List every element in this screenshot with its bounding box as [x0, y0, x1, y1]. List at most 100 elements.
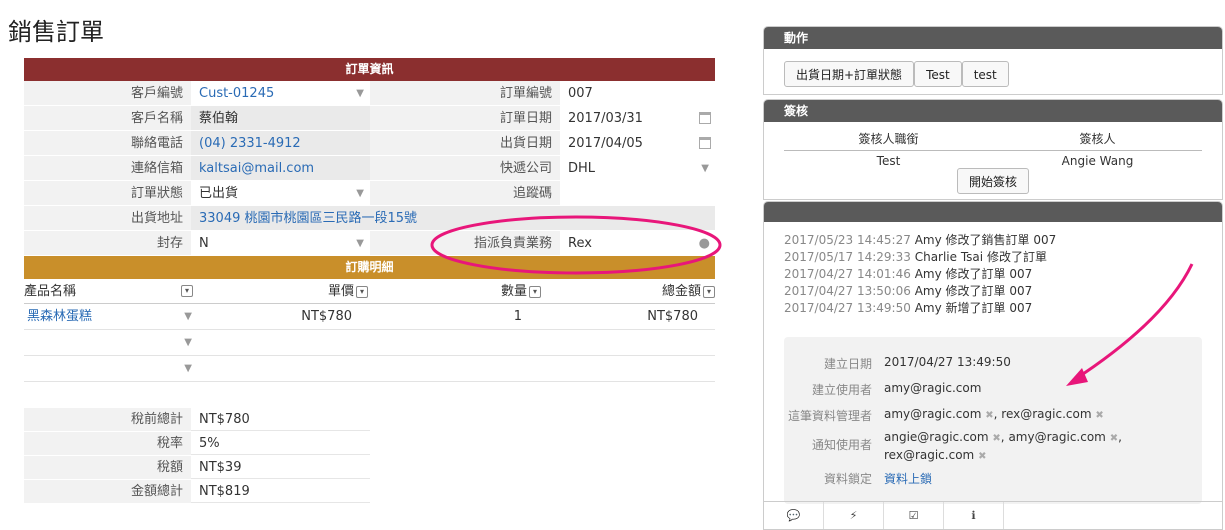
table-row: 黑森林蛋糕 ▼ NT$780 1 NT$780: [24, 304, 715, 330]
page-title: 銷售訂單: [8, 18, 104, 46]
calendar-icon[interactable]: [699, 137, 711, 149]
list-item: 2017/05/23 14:45:27 Amy 修改了銷售訂單 007: [784, 233, 1057, 247]
chevron-down-icon: ▼: [701, 163, 709, 174]
column-header-qty[interactable]: 數量 ▾: [368, 279, 541, 303]
actions-panel: 動作 出貨日期+訂單狀態 Test test: [763, 26, 1223, 95]
customer-name-value: 蔡伯翰: [191, 106, 370, 130]
remove-icon[interactable]: ✖: [978, 451, 986, 462]
sort-icon[interactable]: ▾: [703, 285, 715, 298]
sort-icon[interactable]: ▾: [529, 285, 541, 298]
approval-role: Test: [876, 154, 901, 168]
status-select[interactable]: 已出貨 ▼: [191, 181, 370, 205]
created-label: 建立日期: [823, 357, 872, 371]
email-value[interactable]: kaltsai@mail.com: [191, 156, 370, 180]
tax-value: NT$39: [191, 456, 370, 479]
archive-label: 封存: [24, 231, 191, 255]
sort-icon[interactable]: ▾: [181, 285, 193, 297]
remove-icon[interactable]: ✖: [985, 410, 993, 421]
product-cell[interactable]: ▼: [24, 356, 194, 381]
info-icon[interactable]: ℹ: [944, 502, 1004, 529]
action-button-test-lower[interactable]: test: [961, 61, 1009, 87]
notify-tag: angie@ragic.com: [884, 430, 989, 444]
action-button-test[interactable]: Test: [914, 61, 962, 87]
notify-label: 通知使用者: [811, 438, 872, 452]
sort-icon[interactable]: ▾: [356, 285, 368, 298]
actions-panel-title: 動作: [764, 27, 1222, 49]
creator-value: amy@ragic.com: [884, 381, 982, 395]
order-date-field[interactable]: 2017/03/31: [560, 106, 715, 130]
chevron-down-icon: ▼: [184, 337, 192, 348]
column-header-total[interactable]: 總金額 ▾: [541, 279, 715, 303]
approval-panel-title: 簽核: [764, 100, 1222, 122]
status-label: 訂單狀態: [24, 181, 191, 205]
section-header-order-info: 訂單資訊: [24, 58, 715, 81]
address-label: 出貨地址: [24, 206, 191, 230]
manager-tag: rex@ragic.com: [1001, 407, 1092, 421]
approval-person: Angie Wang: [1061, 154, 1134, 168]
created-value: 2017/04/27 13:49:50: [884, 355, 1011, 369]
product-cell[interactable]: 黑森林蛋糕 ▼: [24, 304, 194, 329]
column-header-product[interactable]: 產品名稱 ▾: [24, 279, 194, 303]
notify-tag: amy@ragic.com: [1008, 430, 1106, 444]
chevron-down-icon: ▼: [356, 188, 364, 199]
tracking-label: 追蹤碼: [370, 181, 560, 205]
comment-icon[interactable]: 💬: [764, 502, 824, 529]
subtotal-value: NT$780: [191, 408, 370, 431]
approval-col-role: 簽核人職銜: [858, 132, 919, 146]
highlight-ellipse: [430, 215, 722, 275]
activity-panel-header: [764, 202, 1222, 222]
approval-panel: 簽核 簽核人職銜 簽核人 Test Angie Wang 開始簽核: [763, 99, 1223, 200]
table-row: ▼: [24, 356, 715, 382]
approval-col-person: 簽核人: [1079, 132, 1116, 146]
subtotal-label: 稅前總計: [24, 408, 191, 431]
tax-label: 稅額: [24, 456, 191, 479]
customer-name-label: 客戶名稱: [24, 106, 191, 130]
column-header-price[interactable]: 單價 ▾: [194, 279, 368, 303]
total-cell: NT$780: [647, 309, 698, 324]
order-no-label: 訂單編號: [370, 81, 560, 105]
order-no-field[interactable]: 007: [560, 81, 715, 105]
remove-icon[interactable]: ✖: [1095, 410, 1103, 421]
manager-tag: amy@ragic.com: [884, 407, 982, 421]
remove-icon[interactable]: ✖: [992, 433, 1000, 444]
notify-tag: rex@ragic.com: [884, 448, 975, 462]
ship-date-field[interactable]: 2017/04/05: [560, 131, 715, 155]
archive-select[interactable]: N ▼: [191, 231, 370, 255]
managers-label: 這筆資料管理者: [787, 409, 872, 423]
tracking-field[interactable]: [560, 181, 715, 205]
ship-date-label: 出貨日期: [370, 131, 560, 155]
qty-cell[interactable]: 1: [352, 304, 522, 329]
remove-icon[interactable]: ✖: [1110, 433, 1118, 444]
lock-label: 資料鎖定: [823, 472, 872, 486]
totals-section: 稅前總計 NT$780 稅率 5% 稅額 NT$39 金額總計 NT$819: [24, 408, 370, 504]
creator-label: 建立使用者: [811, 383, 872, 397]
chevron-down-icon: ▼: [356, 238, 364, 249]
customer-id-label: 客戶編號: [24, 81, 191, 105]
price-cell[interactable]: NT$780: [194, 304, 352, 329]
lightning-icon[interactable]: ⚡: [824, 502, 884, 529]
order-date-label: 訂單日期: [370, 106, 560, 130]
lock-record-link[interactable]: 資料上鎖: [884, 470, 932, 487]
calendar-icon[interactable]: [699, 112, 711, 124]
chevron-down-icon: ▼: [184, 311, 192, 322]
courier-label: 快遞公司: [370, 156, 560, 180]
product-cell[interactable]: ▼: [24, 330, 194, 355]
details-header: 產品名稱 ▾ 單價 ▾ 數量 ▾ 總金額 ▾: [24, 279, 715, 304]
tax-rate-value[interactable]: 5%: [191, 432, 370, 455]
chevron-down-icon: ▼: [184, 363, 192, 374]
panel-icon-bar: 💬 ⚡ ☑ ℹ: [764, 501, 1222, 529]
action-button-ship-status[interactable]: 出貨日期+訂單狀態: [784, 61, 915, 87]
table-row: ▼: [24, 330, 715, 356]
chevron-down-icon: ▼: [356, 88, 364, 99]
email-label: 連絡信箱: [24, 156, 191, 180]
courier-select[interactable]: DHL ▼: [560, 156, 715, 180]
tax-rate-label: 稅率: [24, 432, 191, 455]
checkbox-icon[interactable]: ☑: [884, 502, 944, 529]
phone-value[interactable]: (04) 2331-4912: [191, 131, 370, 155]
start-approval-button[interactable]: 開始簽核: [956, 168, 1029, 194]
grand-total-value: NT$819: [191, 480, 370, 503]
grand-total-label: 金額總計: [24, 480, 191, 503]
phone-label: 聯絡電話: [24, 131, 191, 155]
annotation-arrow: [1066, 263, 1194, 386]
customer-id-field[interactable]: Cust-01245 ▼: [191, 81, 370, 105]
